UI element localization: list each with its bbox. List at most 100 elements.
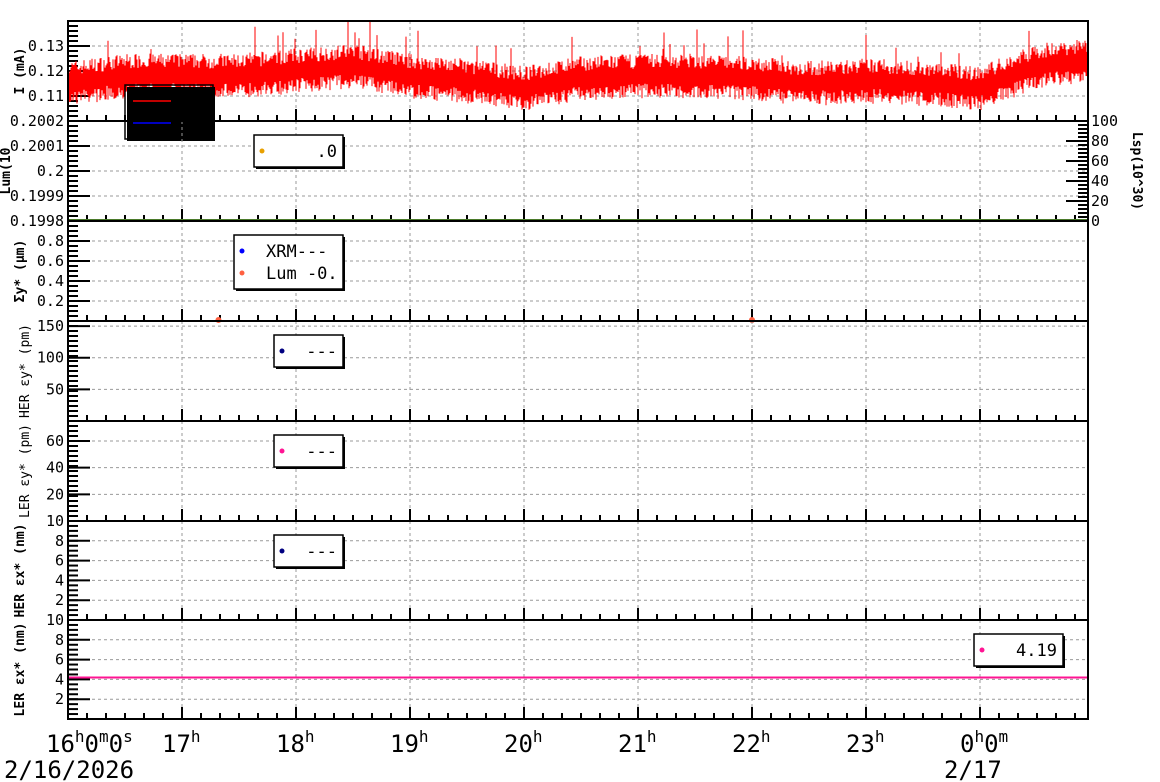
y-tick-label: 0.6: [37, 252, 64, 270]
x-tick-unit: h: [974, 727, 984, 746]
panel-frame: [67, 619, 1089, 720]
y-tick-label: 0.8: [37, 232, 64, 250]
legend-marker: [259, 148, 265, 154]
legend-marker: [979, 647, 985, 653]
x-tick-unit: s: [123, 727, 133, 746]
panel-frame: [67, 520, 1089, 621]
y-tick-label: 6: [55, 651, 64, 669]
y-axis-label: Lum(10: [0, 147, 14, 194]
y2-tick-label: 80: [1091, 132, 1109, 150]
y-tick-label: 6: [55, 552, 64, 570]
legend-label: XRM---: [266, 242, 327, 262]
x-tick-label: 19h: [390, 727, 429, 758]
x-tick-unit: m: [999, 727, 1009, 746]
legend-label: ---: [306, 342, 337, 362]
y-tick-label: 0.2001: [10, 137, 64, 155]
legend-marker: [279, 548, 285, 554]
y-tick-label: 4: [55, 670, 64, 688]
x-tick-label: 21h: [618, 727, 657, 758]
x-tick-label: 23h: [846, 727, 885, 758]
y-tick-label: 8: [55, 631, 64, 649]
y-tick-label: 0.1999: [10, 187, 64, 205]
x-tick-unit: h: [305, 727, 315, 746]
x-tick-value: 16: [46, 730, 75, 758]
x-tick-unit: h: [875, 727, 885, 746]
y-tick-label: 0.13: [28, 37, 64, 55]
beam-monitor-chart: 0.130.120.11I (mA)LERHER0.20020.20010.20…: [0, 20, 1144, 782]
x-tick-label: 0h0m: [960, 727, 1008, 758]
x-tick-value: 21: [618, 730, 647, 758]
y-tick-label: 10: [46, 611, 64, 629]
legend: ---: [273, 334, 345, 369]
y-tick-label: 40: [46, 459, 64, 477]
y-tick-label: 0.2002: [10, 112, 64, 130]
legend-label: ---: [306, 442, 337, 462]
y2-tick-label: 20: [1091, 192, 1109, 210]
panel-her-emit-y: 150 100 50 HER εy* (pm) ---: [18, 317, 1089, 422]
x-tick-value: 0: [85, 730, 99, 758]
x-date-label: 2/16/2026: [4, 756, 134, 782]
y-axis-label: HER εx* (nm): [13, 524, 28, 618]
x-tick-unit: h: [191, 727, 201, 746]
x-tick-value: 23: [846, 730, 875, 758]
legend-label: Lum -0.: [266, 264, 338, 284]
y-tick-label: 2: [55, 690, 64, 708]
y2-axis-label: Lsp(10^30): [1129, 132, 1144, 210]
y-tick-label: 0.1998: [10, 212, 64, 230]
x-tick-value: 20: [504, 730, 533, 758]
y2-tick-label: 60: [1091, 152, 1109, 170]
legend-marker: [279, 348, 285, 354]
panel-her-emit-x: 10 8 64 2 HER εx* (nm) ---: [13, 512, 1089, 621]
x-tick-unit: h: [647, 727, 657, 746]
x-tick-unit: m: [99, 727, 109, 746]
y-axis-label: LER εx* (nm): [13, 623, 28, 717]
legend: XRM---Lum -0.: [233, 234, 345, 291]
x-tick-value: 17: [162, 730, 191, 758]
panel-frame: [67, 420, 1089, 522]
x-tick-label: 18h: [276, 727, 315, 758]
x-tick-unit: h: [75, 727, 85, 746]
x-tick-label: 20h: [504, 727, 543, 758]
panel-ler-emit-x: 10 8 64 2 LER εx* (nm) 4.19: [13, 611, 1089, 720]
x-tick-unit: h: [761, 727, 771, 746]
y2-tick-label: 0: [1091, 212, 1100, 230]
y2-tick-label: 100: [1091, 112, 1118, 130]
legend-label: .0: [317, 142, 337, 162]
legend: LERHER: [124, 84, 215, 141]
x-tick-label: 22h: [732, 727, 771, 758]
y-tick-label: 20: [46, 485, 64, 503]
y-tick-label: 8: [55, 532, 64, 550]
legend: ---: [273, 534, 345, 569]
y-tick-label: 0.4: [37, 272, 64, 290]
legend-marker: [239, 248, 245, 254]
y-tick-label: 0.2: [37, 162, 64, 180]
x-tick-unit: h: [533, 727, 543, 746]
y-tick-label: 10: [46, 512, 64, 530]
y-tick-label: 50: [46, 380, 64, 398]
y-tick-label: 0.12: [28, 62, 64, 80]
x-tick-label: 17h: [162, 727, 201, 758]
y-tick-label: 60: [46, 432, 64, 450]
legend: ---: [273, 434, 345, 469]
y-tick-label: 2: [55, 591, 64, 609]
panel-ler-emit-y: 60 40 20 LER εy* (pm) ---: [18, 420, 1089, 522]
x-tick-unit: h: [419, 727, 429, 746]
x-date-label: 2/17: [944, 756, 1002, 782]
legend-marker: [239, 270, 245, 276]
y-axis-label: Σy* (µm): [13, 240, 28, 303]
x-tick-label: 16h0m0s: [46, 727, 133, 758]
legend: .0: [253, 134, 345, 169]
y-tick-label: 150: [37, 317, 64, 335]
ler-current-trace: [67, 21, 1089, 110]
x-tick-value: 0: [984, 730, 998, 758]
panel-current: 0.13 0.12 0.11I (mA) LERHER: [13, 20, 1089, 141]
y-axis-label: I (mA): [13, 48, 28, 95]
y-tick-label: 0.11: [28, 87, 64, 105]
y-axis-label: LER εy* (pm): [18, 424, 33, 518]
legend-marker: [279, 448, 285, 454]
y2-tick-label: 40: [1091, 172, 1109, 190]
legend-label: 4.19: [1016, 641, 1057, 661]
x-tick-value: 0: [960, 730, 974, 758]
x-tick-value: 18: [276, 730, 305, 758]
legend-label: LER: [177, 92, 208, 112]
